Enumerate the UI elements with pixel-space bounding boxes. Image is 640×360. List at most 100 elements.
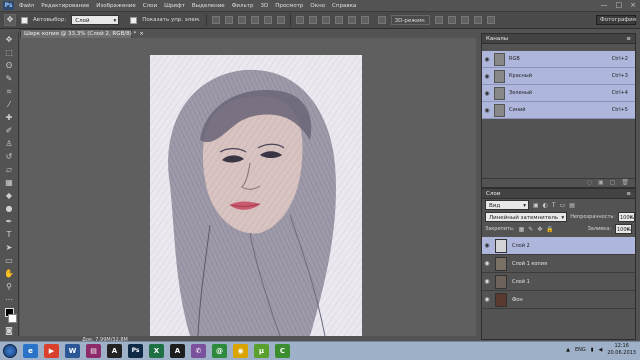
- blur-tool-icon[interactable]: ◆: [3, 191, 15, 201]
- 3d-scale-icon[interactable]: [486, 16, 495, 24]
- minimize-button[interactable]: —: [601, 1, 608, 9]
- tray-arrow-icon[interactable]: ▲: [566, 347, 570, 353]
- eye-icon[interactable]: ◉: [482, 73, 492, 80]
- filter-type-icon[interactable]: T: [552, 202, 556, 209]
- layer-row-layer-2[interactable]: ◉ Слой 2: [482, 237, 635, 255]
- eye-icon[interactable]: ◉: [482, 260, 492, 267]
- menu-type[interactable]: Шрифт: [164, 3, 185, 9]
- language-indicator[interactable]: ENG: [575, 347, 586, 353]
- menu-window[interactable]: Окно: [310, 3, 325, 9]
- clock[interactable]: 12:16 20.06.2013: [607, 343, 636, 357]
- volume-icon[interactable]: ◀: [599, 347, 603, 353]
- shape-tool-icon[interactable]: ▭: [3, 256, 15, 266]
- filter-shape-icon[interactable]: ▭: [560, 202, 566, 209]
- path-select-tool-icon[interactable]: ➤: [3, 243, 15, 253]
- eyedropper-tool-icon[interactable]: ⁄: [3, 100, 15, 110]
- show-transform-checkbox[interactable]: [130, 16, 138, 24]
- eye-icon[interactable]: ◉: [482, 242, 492, 249]
- viber-icon[interactable]: ✆: [191, 344, 206, 358]
- quick-select-tool-icon[interactable]: ✎: [3, 74, 15, 84]
- new-channel-icon[interactable]: ▢: [610, 179, 616, 187]
- eye-icon[interactable]: ◉: [482, 296, 492, 303]
- eye-icon[interactable]: ◉: [482, 90, 492, 97]
- distribute-bottom-icon[interactable]: [321, 16, 330, 24]
- font-icon[interactable]: A: [107, 344, 122, 358]
- network-icon[interactable]: ▮: [591, 347, 594, 353]
- channel-row-red[interactable]: ◉ Красный Ctrl+3: [482, 68, 635, 85]
- background-color-swatch[interactable]: [7, 314, 17, 323]
- menu-edit[interactable]: Редактирование: [41, 3, 89, 9]
- align-vcenter-icon[interactable]: [224, 16, 233, 24]
- distribute-vcenter-icon[interactable]: [308, 16, 317, 24]
- type-tool-icon[interactable]: T: [3, 230, 15, 240]
- excel-icon[interactable]: X: [149, 344, 164, 358]
- crop-tool-icon[interactable]: ⌗: [3, 87, 15, 97]
- move-tool-preset-icon[interactable]: ✥: [4, 14, 16, 26]
- channel-row-blue[interactable]: ◉ Синий Ctrl+5: [482, 102, 635, 119]
- load-selection-icon[interactable]: ◌: [587, 179, 592, 187]
- stamp-tool-icon[interactable]: ♙: [3, 139, 15, 149]
- close-button[interactable]: ×: [630, 1, 636, 9]
- layer-row-layer-1[interactable]: ◉ Слой 1: [482, 273, 635, 291]
- healing-tool-icon[interactable]: ✚: [3, 113, 15, 123]
- align-bottom-icon[interactable]: [237, 16, 246, 24]
- 3d-drag-icon[interactable]: [460, 16, 469, 24]
- lock-position-icon[interactable]: ✥: [537, 226, 542, 233]
- align-hcenter-icon[interactable]: [263, 16, 272, 24]
- app-a-icon[interactable]: A: [170, 344, 185, 358]
- distribute-top-icon[interactable]: [295, 16, 304, 24]
- auto-align-icon[interactable]: [377, 16, 386, 24]
- align-left-icon[interactable]: [250, 16, 259, 24]
- distribute-hcenter-icon[interactable]: [347, 16, 356, 24]
- 3d-roll-icon[interactable]: [447, 16, 456, 24]
- layer-filter-dropdown[interactable]: Вид: [485, 200, 529, 211]
- align-right-icon[interactable]: [276, 16, 285, 24]
- delete-channel-icon[interactable]: 🗑: [621, 179, 629, 187]
- mail-icon[interactable]: @: [212, 344, 227, 358]
- fill-field[interactable]: 100%: [615, 224, 632, 235]
- auto-select-dropdown[interactable]: Слой: [71, 15, 120, 26]
- blend-mode-dropdown[interactable]: Линейный затемнитель: [485, 212, 568, 223]
- dodge-tool-icon[interactable]: ●: [3, 204, 15, 214]
- brush-tool-icon[interactable]: ✐: [3, 126, 15, 136]
- opacity-field[interactable]: 100%: [618, 212, 635, 223]
- winrar-icon[interactable]: ▤: [86, 344, 101, 358]
- layer-row-background[interactable]: ◉ Фон: [482, 291, 635, 309]
- extra-tools-icon[interactable]: ⋯: [3, 295, 15, 305]
- filter-smart-icon[interactable]: ▤: [569, 202, 575, 209]
- photoshop-icon[interactable]: Ps: [128, 344, 143, 358]
- media-icon[interactable]: ▶: [44, 344, 59, 358]
- distribute-right-icon[interactable]: [360, 16, 369, 24]
- filter-adjust-icon[interactable]: ◐: [543, 202, 548, 209]
- eye-icon[interactable]: ◉: [482, 56, 492, 63]
- ie-icon[interactable]: e: [23, 344, 38, 358]
- menu-3d[interactable]: 3D: [260, 3, 268, 9]
- document-image[interactable]: [150, 55, 362, 336]
- channel-row-rgb[interactable]: ◉ RGB Ctrl+2: [482, 51, 635, 68]
- channel-row-green[interactable]: ◉ Зеленый Ctrl+4: [482, 85, 635, 102]
- menu-select[interactable]: Выделение: [192, 3, 225, 9]
- menu-filter[interactable]: Фильтр: [232, 3, 254, 9]
- document-tab[interactable]: Шерк копия @ 33,3% (Слой 2, RGB/8) * ×: [20, 29, 144, 38]
- layers-panel-tab[interactable]: Слои ≡: [482, 189, 635, 199]
- menu-help[interactable]: Справка: [332, 3, 356, 9]
- workspace-dropdown[interactable]: Фотография: [596, 15, 636, 25]
- distribute-left-icon[interactable]: [334, 16, 343, 24]
- align-top-icon[interactable]: [211, 16, 220, 24]
- panel-menu-icon[interactable]: ≡: [626, 36, 631, 42]
- auto-select-checkbox[interactable]: [21, 16, 28, 24]
- panel-menu-icon[interactable]: ≡: [626, 191, 631, 197]
- torrent-icon[interactable]: μ: [254, 344, 269, 358]
- 3d-rotate-icon[interactable]: [434, 16, 443, 24]
- maximize-button[interactable]: □: [616, 1, 623, 9]
- filter-pixel-icon[interactable]: ▣: [533, 202, 539, 209]
- lock-pixels-icon[interactable]: ✎: [528, 226, 533, 233]
- menu-image[interactable]: Изображение: [96, 3, 136, 9]
- pen-tool-icon[interactable]: ✒: [3, 217, 15, 227]
- menu-layers[interactable]: Слои: [143, 3, 157, 9]
- save-selection-icon[interactable]: ▣: [598, 179, 604, 187]
- eye-icon[interactable]: ◉: [482, 278, 492, 285]
- camtasia-icon[interactable]: C: [275, 344, 290, 358]
- move-tool-icon[interactable]: ✥: [3, 35, 15, 45]
- lasso-tool-icon[interactable]: ʘ: [3, 61, 15, 71]
